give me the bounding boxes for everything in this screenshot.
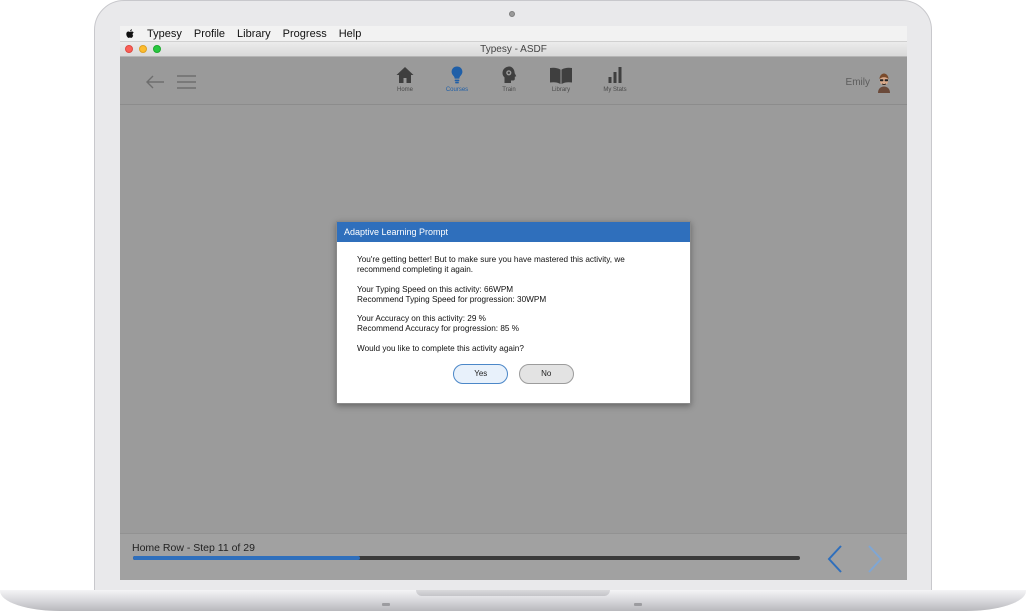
screen: Typesy Profile Library Progress Help Typ… [120, 26, 907, 580]
dialog-question: Would you like to complete this activity… [357, 343, 524, 353]
apple-icon[interactable] [125, 28, 135, 40]
bar-chart-icon [608, 67, 622, 83]
brain-head-icon [502, 66, 517, 83]
typing-speed-line: Your Typing Speed on this activity: 66WP… [357, 284, 514, 294]
minimize-window-button[interactable] [139, 45, 147, 53]
nav-library[interactable]: Library [534, 65, 588, 93]
nav-my-stats-label: My Stats [603, 87, 627, 93]
dialog-buttons: Yes No [337, 363, 690, 384]
avatar[interactable] [873, 71, 895, 93]
menu-item-library[interactable]: Library [237, 28, 271, 40]
hamburger-icon[interactable] [177, 74, 196, 90]
next-step-chevron-icon[interactable] [866, 544, 884, 574]
home-icon [396, 67, 414, 83]
nav-train[interactable]: Train [482, 65, 536, 93]
zoom-window-button[interactable] [153, 45, 161, 53]
yes-button[interactable]: Yes [453, 364, 509, 384]
menu-bar: Typesy Profile Library Progress Help [120, 26, 907, 42]
accuracy-line: Your Accuracy on this activity: 29 % [357, 314, 486, 323]
nav-library-label: Library [551, 87, 571, 93]
menu-item-profile[interactable]: Profile [194, 28, 225, 40]
lightbulb-icon [451, 66, 463, 84]
nav-my-stats[interactable]: My Stats [588, 65, 642, 93]
nav-home[interactable]: Home [378, 65, 432, 93]
nav-home-label: Home [396, 87, 413, 93]
book-icon [550, 67, 572, 84]
dialog-intro: You're getting better! But to make sure … [357, 255, 625, 274]
dialog-title: Adaptive Learning Prompt [337, 222, 690, 242]
menu-item-progress[interactable]: Progress [283, 28, 327, 40]
laptop-notch [416, 590, 610, 596]
accuracy-recommend: Recommend Accuracy for progression: 85 % [357, 324, 520, 333]
close-window-button[interactable] [125, 45, 133, 53]
step-label: Home Row - Step 11 of 29 [132, 542, 255, 554]
arrow-left-icon[interactable] [145, 75, 165, 89]
nav-train-label: Train [502, 87, 516, 93]
lesson-progress-fill [133, 556, 360, 560]
lesson-footer: Home Row - Step 11 of 29 [120, 533, 907, 580]
app-toolbar: Home Courses Train Library My Stats Emil… [120, 57, 907, 105]
typing-speed-recommend: Recommend Typing Speed for progression: … [357, 294, 547, 304]
accuracy-stats: Your Accuracy on this activity: 29 % Rec… [357, 314, 670, 334]
nav-courses[interactable]: Courses [430, 65, 484, 93]
menu-item-help[interactable]: Help [339, 28, 362, 40]
previous-step-chevron-icon[interactable] [826, 544, 844, 574]
dialog-body: You're getting better! But to make sure … [337, 242, 690, 354]
speed-stats: Your Typing Speed on this activity: 66WP… [357, 285, 670, 305]
laptop-foot-left [382, 603, 390, 606]
nav-courses-label: Courses [445, 87, 469, 93]
window-titlebar: Typesy - ASDF [120, 42, 907, 57]
window-title: Typesy - ASDF [480, 44, 547, 55]
menu-item-typesy[interactable]: Typesy [147, 28, 182, 40]
lesson-progress-bar [133, 556, 800, 560]
user-name[interactable]: Emily [846, 77, 870, 88]
camera-icon [509, 11, 515, 17]
adaptive-learning-dialog: Adaptive Learning Prompt You're getting … [336, 221, 691, 404]
laptop-foot-right [634, 603, 642, 606]
no-button[interactable]: No [518, 364, 574, 384]
